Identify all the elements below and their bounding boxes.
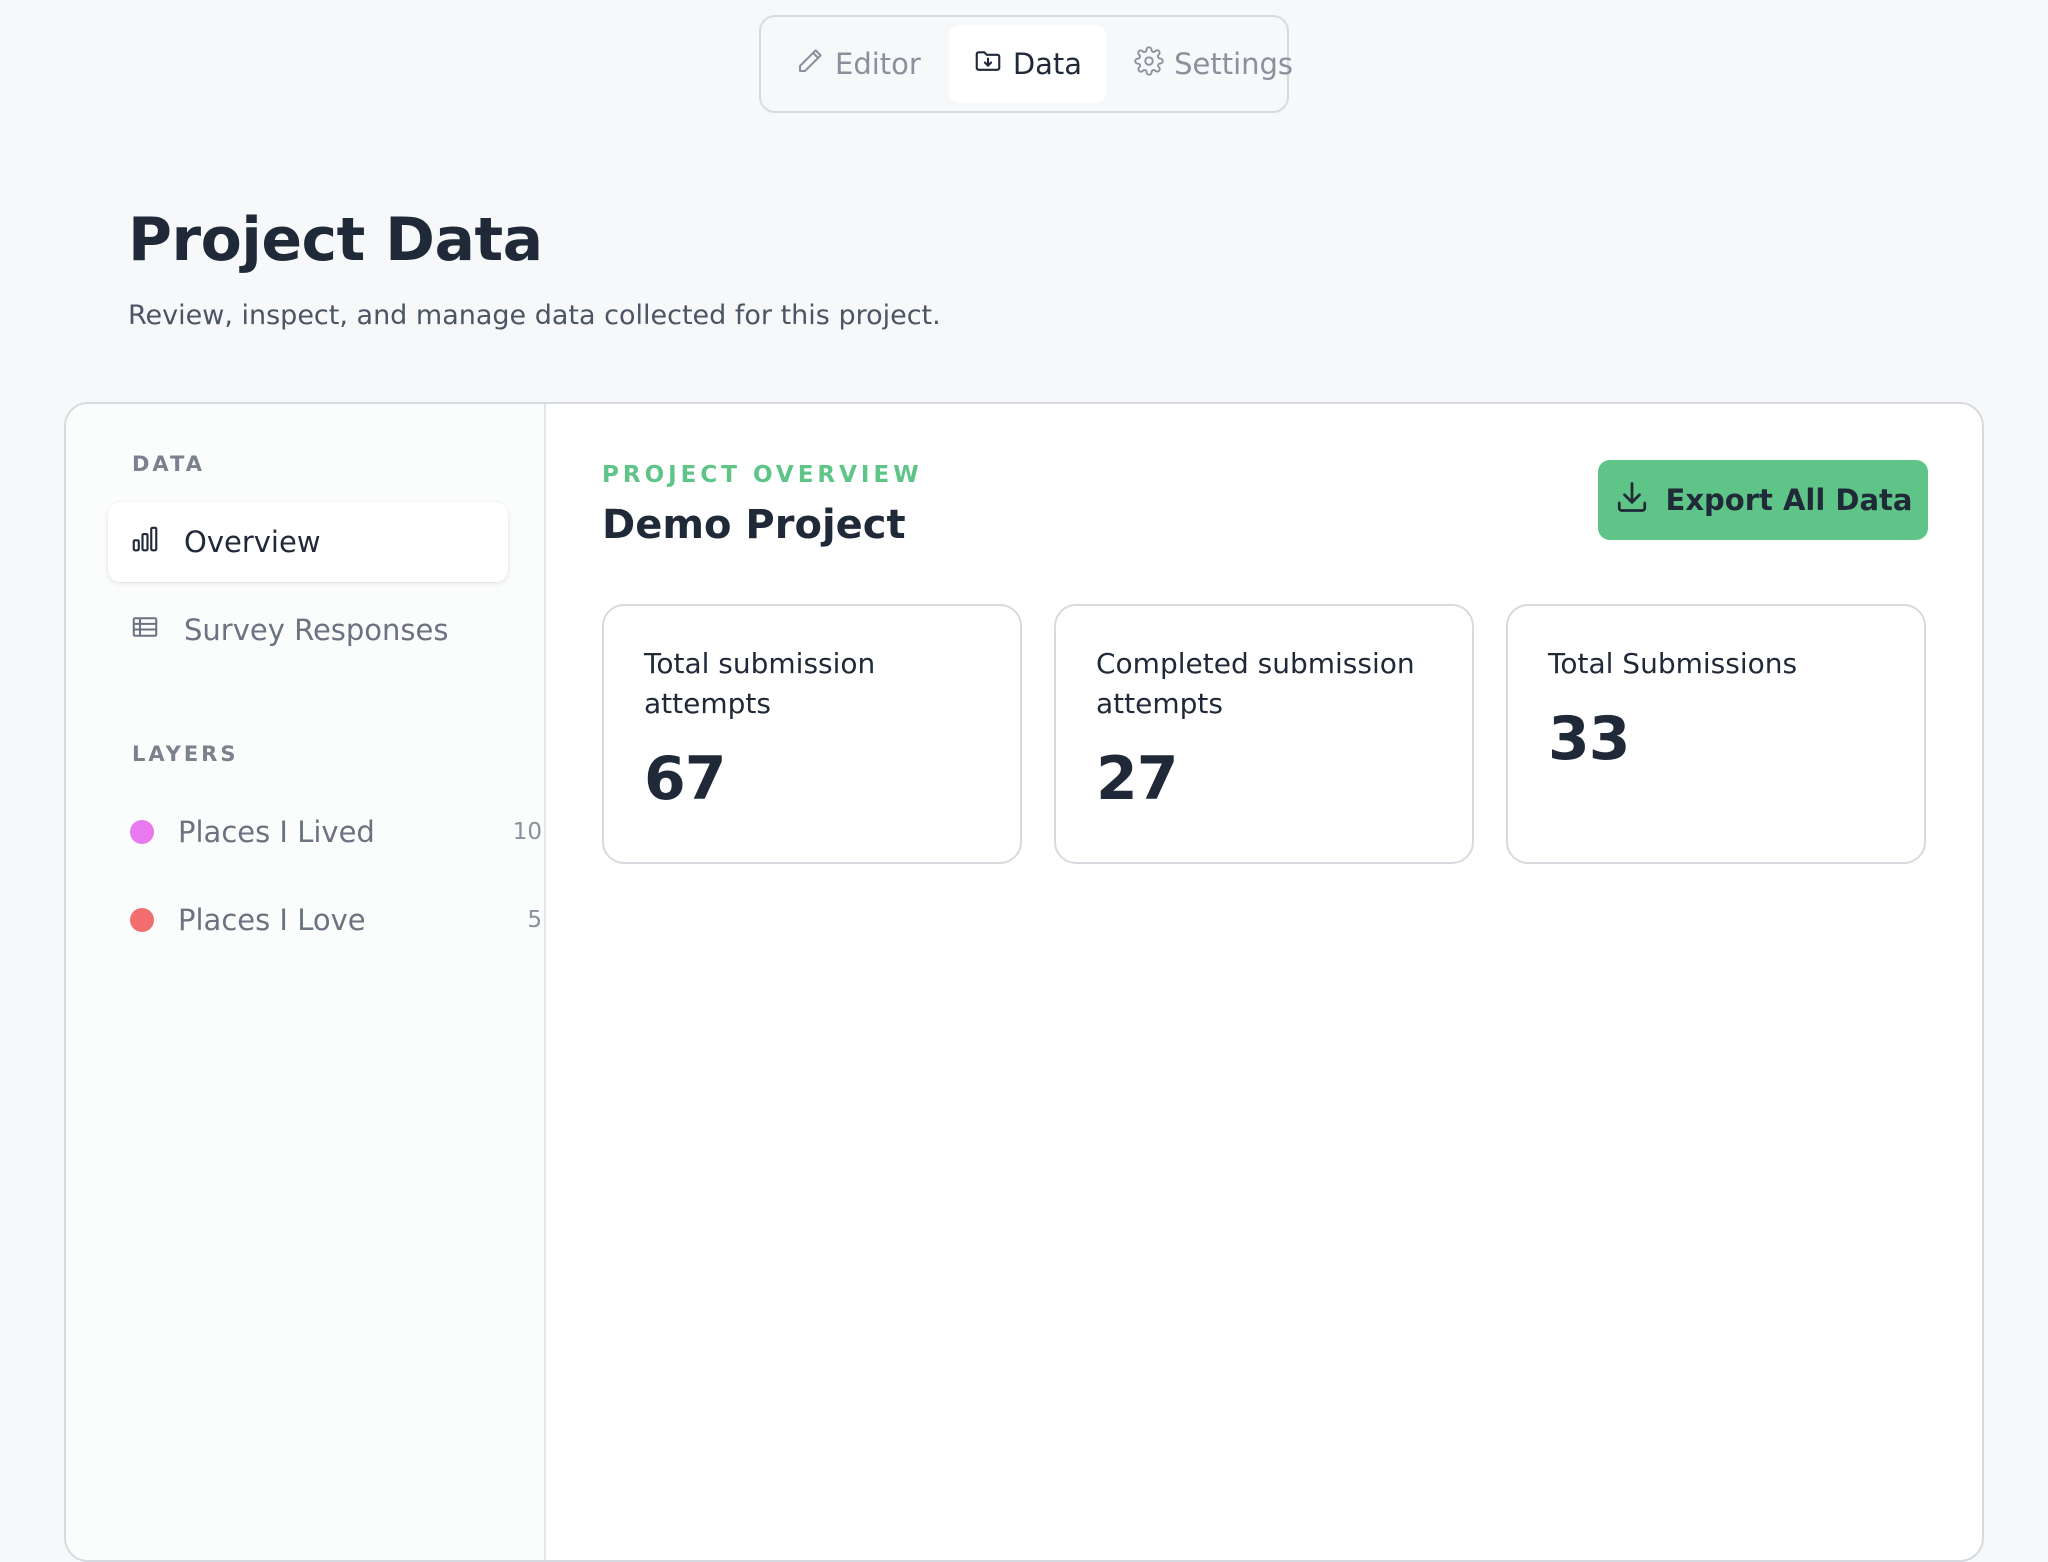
export-button-label: Export All Data	[1665, 483, 1913, 517]
sidebar: DATA Overview Survey Responses LAYERS Pl…	[66, 404, 546, 1560]
pencil-icon	[795, 46, 825, 83]
download-icon	[1614, 479, 1650, 522]
stat-value: 27	[1096, 744, 1179, 814]
tab-data-label: Data	[1012, 47, 1083, 81]
stat-card-total-submissions: Total Submissions 33	[1506, 604, 1926, 864]
layer-item-places-i-lived[interactable]: Places I Lived 10	[130, 802, 550, 862]
layer-count: 10	[512, 819, 542, 845]
tab-editor[interactable]: Editor	[771, 25, 945, 103]
top-tab-bar: Editor Data Settings	[759, 15, 1293, 113]
layer-count: 5	[527, 907, 542, 933]
table-icon	[130, 612, 160, 649]
project-name: Demo Project	[602, 502, 906, 548]
tab-settings-label: Settings	[1174, 47, 1294, 81]
tab-data[interactable]: Data	[948, 25, 1107, 103]
section-eyebrow: PROJECT OVERVIEW	[602, 462, 923, 488]
sidebar-item-overview[interactable]: Overview	[108, 502, 508, 582]
gear-icon	[1134, 45, 1164, 83]
sidebar-section-data-label: DATA	[132, 452, 206, 476]
stat-value: 33	[1548, 704, 1631, 774]
stat-card-completed-attempts: Completed submission attempts 27	[1054, 604, 1474, 864]
folder-download-icon	[973, 46, 1003, 83]
sidebar-item-survey-responses[interactable]: Survey Responses	[108, 590, 508, 670]
page-title: Project Data	[128, 205, 543, 275]
stat-card-total-attempts: Total submission attempts 67	[602, 604, 1022, 864]
stat-label: Total submission attempts	[644, 647, 876, 720]
stat-value: 67	[644, 744, 727, 814]
sidebar-item-label: Survey Responses	[184, 613, 449, 647]
sidebar-section-layers-label: LAYERS	[132, 742, 239, 766]
tab-settings[interactable]: Settings	[1110, 25, 1317, 103]
sidebar-item-label: Overview	[184, 525, 321, 559]
bar-chart-icon	[130, 524, 160, 561]
page-subtitle: Review, inspect, and manage data collect…	[128, 300, 941, 331]
layer-color-dot	[130, 820, 154, 844]
stat-label: Completed submission attempts	[1096, 647, 1415, 720]
layer-item-places-i-love[interactable]: Places I Love 5	[130, 890, 550, 950]
tab-editor-label: Editor	[835, 47, 921, 81]
layer-color-dot	[130, 908, 154, 932]
data-panel: DATA Overview Survey Responses LAYERS Pl…	[64, 402, 1984, 1562]
stat-label: Total Submissions	[1548, 647, 1798, 680]
overview-content: PROJECT OVERVIEW Demo Project Export All…	[546, 404, 1982, 1560]
export-all-data-button[interactable]: Export All Data	[1598, 460, 1928, 540]
